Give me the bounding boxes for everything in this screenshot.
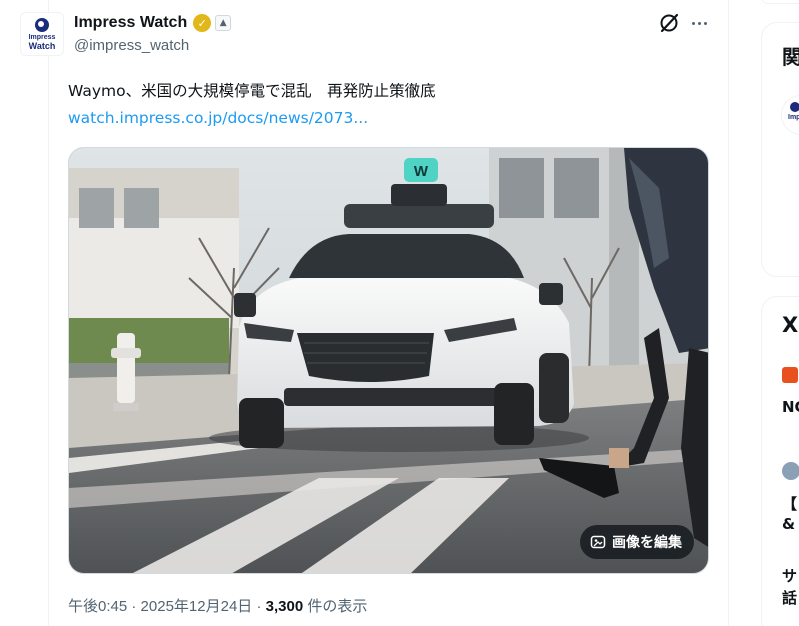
meta-separator-2: ·	[252, 598, 266, 615]
tweet-text: Waymo、米国の大規模停電で混乱 再発防止策徹底 watch.impress.…	[68, 78, 713, 132]
avatar[interactable]: Impress Watch	[20, 12, 64, 56]
trends-title: X	[782, 313, 799, 337]
grok-icon[interactable]	[658, 12, 680, 34]
related-avatar-text: Impr W	[788, 114, 799, 121]
verified-badge-icon[interactable]: ✓	[193, 14, 212, 32]
trend-line-d: 話	[782, 589, 798, 607]
impress-logo-icon	[790, 102, 799, 112]
edit-image-icon	[590, 535, 606, 549]
impress-logo-icon	[35, 17, 49, 32]
avatar-line2: Watch	[28, 40, 56, 51]
edit-image-label: 画像を編集	[612, 535, 682, 551]
right-sidebar: 関 Impr W X NC 【 & サ 話	[761, 0, 799, 626]
tweet-date[interactable]: 2025年12月24日	[141, 598, 253, 615]
related-accounts-card: 関 Impr W	[761, 22, 799, 277]
trend-line-c: サ	[782, 567, 798, 585]
svg-text:W: W	[414, 163, 429, 180]
views-count[interactable]: 3,300	[266, 598, 304, 615]
views-label: 件の表示	[303, 598, 368, 615]
more-icon[interactable]	[688, 12, 710, 34]
trend-line-b: &	[782, 515, 796, 533]
display-name[interactable]: Impress Watch	[74, 14, 187, 32]
meta-separator: ·	[127, 598, 141, 615]
affiliate-badge-icon[interactable]: ▲	[215, 15, 232, 31]
tweet-link[interactable]: watch.impress.co.jp/docs/news/2073...	[68, 109, 368, 127]
related-title: 関	[782, 45, 799, 69]
waymo-car-photo: W	[69, 148, 708, 573]
tweet-time[interactable]: 午後0:45	[68, 598, 127, 615]
news-source-icon	[782, 367, 798, 383]
tweet-meta: 午後0:45 · 2025年12月24日 · 3,300 件の表示	[68, 595, 367, 616]
edit-image-button[interactable]: 画像を編集	[580, 525, 694, 559]
trends-card: X NC 【 & サ 話	[761, 296, 799, 626]
tweet-media-image[interactable]: W 画像を編集	[68, 147, 709, 574]
author-row: Impress Watch ✓ ▲	[74, 12, 232, 34]
trend-item-label[interactable]: NC	[782, 398, 799, 416]
user-avatar-icon[interactable]	[782, 462, 799, 480]
trend-line-a: 【	[782, 495, 798, 513]
handle[interactable]: @impress_watch	[74, 37, 189, 54]
sidebar-card-top	[761, 0, 799, 4]
related-avatar[interactable]: Impr W	[781, 95, 799, 135]
tweet-body: Waymo、米国の大規模停電で混乱 再発防止策徹底	[68, 82, 436, 100]
